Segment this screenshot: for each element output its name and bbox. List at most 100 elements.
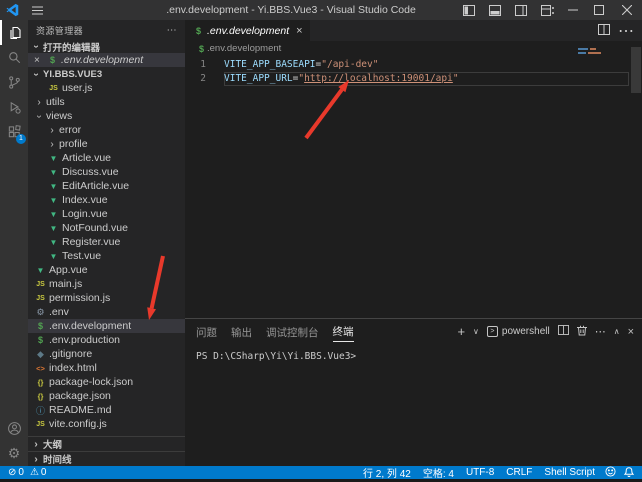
panel-more-actions-icon[interactable]: ⋯ bbox=[595, 325, 606, 338]
tree-item[interactable]: JS main.js bbox=[28, 277, 185, 291]
shell-selector[interactable]: > powershell bbox=[487, 326, 550, 337]
sidebar-more-actions-icon[interactable]: ⋯ bbox=[167, 25, 177, 36]
project-section[interactable]: › YI.BBS.VUE3 bbox=[28, 67, 185, 81]
project-name: YI.BBS.VUE3 bbox=[43, 69, 102, 80]
file-type-icon: ▼ bbox=[47, 196, 60, 205]
tree-item[interactable]: ◆ .gitignore bbox=[28, 347, 185, 361]
notifications-bell-icon[interactable] bbox=[624, 466, 634, 480]
terminal-content[interactable]: PS D:\CSharp\Yi\Yi.BBS.Vue3> bbox=[185, 344, 642, 362]
tree-item[interactable]: ▼ Register.vue bbox=[28, 235, 185, 249]
tree-item-label: Index.vue bbox=[62, 194, 108, 206]
minimize-button[interactable] bbox=[560, 0, 586, 20]
close-editor-icon[interactable]: × bbox=[34, 55, 46, 66]
close-panel-icon[interactable]: × bbox=[628, 326, 634, 338]
run-debug-icon[interactable] bbox=[0, 95, 28, 120]
status-item[interactable]: CRLF bbox=[506, 467, 532, 478]
maximize-button[interactable] bbox=[586, 0, 612, 20]
tree-item[interactable]: JS user.js bbox=[28, 81, 185, 95]
tree-item-label: NotFound.vue bbox=[62, 222, 128, 234]
source-control-icon[interactable] bbox=[0, 70, 28, 95]
code-editor[interactable]: 1 VITE_APP_BASEAPI="/api-dev" 2 VITE_APP… bbox=[185, 56, 642, 86]
status-item[interactable]: 空格: 4 bbox=[423, 465, 454, 480]
sidebar-title: 资源管理器 bbox=[36, 24, 83, 37]
tree-item[interactable]: › profile bbox=[28, 137, 185, 151]
chevron-icon: › bbox=[34, 97, 44, 108]
env-var-name: VITE_APP_URL bbox=[224, 73, 293, 84]
tree-item-label: Test.vue bbox=[62, 250, 101, 262]
open-editor-item[interactable]: × $ .env.development bbox=[28, 53, 185, 67]
status-item[interactable]: Shell Script bbox=[544, 467, 595, 478]
status-item[interactable]: 行 2, 列 42 bbox=[363, 465, 411, 480]
panel-tab[interactable]: 输出 bbox=[231, 322, 252, 342]
chevron-down-icon: › bbox=[31, 69, 42, 79]
tab-close-icon[interactable]: × bbox=[296, 25, 302, 37]
status-item[interactable]: UTF-8 bbox=[466, 467, 494, 478]
settings-gear-icon[interactable]: ⚙ bbox=[0, 441, 28, 466]
tree-item[interactable]: › error bbox=[28, 123, 185, 137]
panel-tabs: 问题输出调试控制台终端 bbox=[196, 321, 368, 342]
open-editors-section[interactable]: › 打开的编辑器 bbox=[28, 40, 185, 53]
vscode-logo-icon bbox=[0, 3, 26, 17]
breadcrumb[interactable]: $ .env.development bbox=[185, 41, 642, 56]
feedback-icon[interactable] bbox=[605, 466, 616, 480]
toggle-secondary-sidebar-icon[interactable] bbox=[508, 0, 534, 20]
tree-item[interactable]: ▼ Test.vue bbox=[28, 249, 185, 263]
status-bar: ⊘0 ⚠0 行 2, 列 42 空格: 4 UTF-8 CRLF Shell Scrip… bbox=[0, 466, 642, 479]
warnings-count: 0 bbox=[41, 467, 47, 478]
tree-item[interactable]: {} package.json bbox=[28, 389, 185, 403]
split-editor-icon[interactable] bbox=[598, 22, 610, 40]
close-button[interactable] bbox=[612, 0, 642, 20]
tree-item[interactable]: ▼ Login.vue bbox=[28, 207, 185, 221]
tree-item[interactable]: ▼ NotFound.vue bbox=[28, 221, 185, 235]
tree-item[interactable]: › views bbox=[28, 109, 185, 123]
chevron-right-icon: › bbox=[31, 454, 41, 465]
outline-section[interactable]: › 大纲 bbox=[28, 436, 185, 451]
tree-item[interactable]: ▼ Index.vue bbox=[28, 193, 185, 207]
panel-tab[interactable]: 问题 bbox=[196, 322, 217, 342]
tree-item[interactable]: JS permission.js bbox=[28, 291, 185, 305]
more-actions-icon[interactable]: ⋯ bbox=[618, 21, 634, 41]
tree-item[interactable]: ⓘ README.md bbox=[28, 403, 185, 417]
tree-item[interactable]: › utils bbox=[28, 95, 185, 109]
panel-tab[interactable]: 终端 bbox=[333, 321, 354, 342]
file-type-icon: JS bbox=[34, 281, 47, 288]
search-icon[interactable] bbox=[0, 45, 28, 70]
url-link[interactable]: http://localhost:19001/api bbox=[304, 73, 453, 84]
tree-item[interactable]: ⚙ .env bbox=[28, 305, 185, 319]
account-icon[interactable] bbox=[0, 416, 28, 441]
quote: " bbox=[453, 73, 459, 84]
toggle-panel-icon[interactable] bbox=[482, 0, 508, 20]
tree-item[interactable]: ▼ App.vue bbox=[28, 263, 185, 277]
tree-item[interactable]: JS vite.config.js bbox=[28, 417, 185, 431]
status-icons bbox=[605, 466, 634, 480]
tree-item[interactable]: $ .env.production bbox=[28, 333, 185, 347]
timeline-label: 时间线 bbox=[43, 452, 72, 466]
chevron-icon: › bbox=[34, 111, 45, 121]
problems-status[interactable]: ⊘0 ⚠0 bbox=[8, 467, 46, 478]
new-terminal-icon[interactable]: + bbox=[457, 324, 465, 339]
minimap[interactable] bbox=[578, 48, 626, 56]
maximize-panel-icon[interactable]: ∧ bbox=[614, 327, 620, 336]
tree-item[interactable]: <> index.html bbox=[28, 361, 185, 375]
customize-layout-icon[interactable] bbox=[534, 0, 560, 20]
menu-hamburger-icon[interactable] bbox=[26, 6, 48, 15]
timeline-section[interactable]: › 时间线 bbox=[28, 451, 185, 466]
terminal-dropdown-icon[interactable]: ∨ bbox=[473, 327, 479, 336]
kill-terminal-icon[interactable] bbox=[577, 325, 587, 339]
tree-item[interactable]: ▼ EditArticle.vue bbox=[28, 179, 185, 193]
tree-item-label: Login.vue bbox=[62, 208, 108, 220]
sidebar-bottom-sections: › 大纲 › 时间线 bbox=[28, 436, 185, 466]
file-type-icon: {} bbox=[34, 392, 47, 401]
tree-item-label: permission.js bbox=[49, 292, 110, 304]
extensions-icon[interactable]: 1 bbox=[0, 120, 28, 145]
split-terminal-icon[interactable] bbox=[558, 325, 569, 338]
tree-item[interactable]: {} package-lock.json bbox=[28, 375, 185, 389]
tree-item[interactable]: ▼ Discuss.vue bbox=[28, 165, 185, 179]
explorer-icon[interactable] bbox=[0, 20, 28, 45]
panel-header: 问题输出调试控制台终端 + ∨ > powershell ⋯ ∧ × bbox=[185, 319, 642, 344]
tab-env-development[interactable]: $ .env.development × bbox=[185, 20, 310, 41]
tree-item[interactable]: ▼ Article.vue bbox=[28, 151, 185, 165]
tree-item[interactable]: $ .env.development bbox=[28, 319, 185, 333]
vscode-window: { "window": { "title": ".env.development… bbox=[0, 0, 642, 482]
panel-tab[interactable]: 调试控制台 bbox=[266, 322, 319, 342]
